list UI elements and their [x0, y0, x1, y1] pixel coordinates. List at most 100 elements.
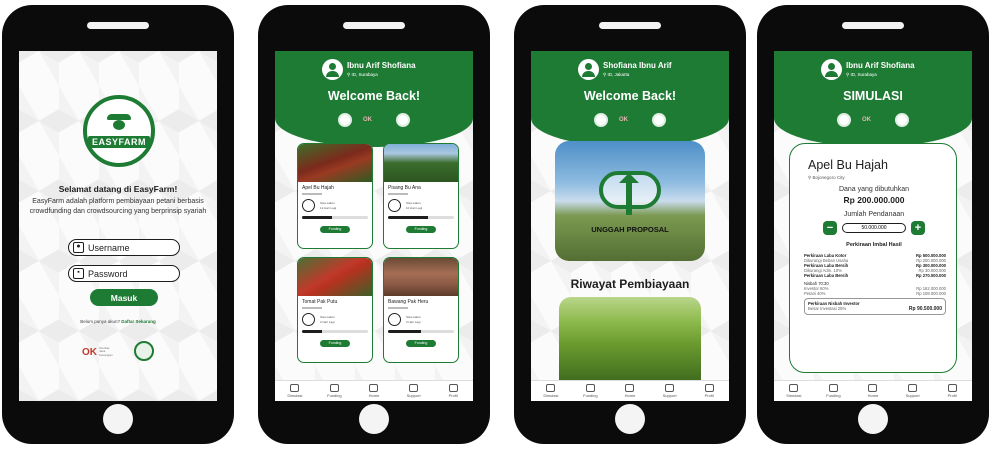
- upload-proposal-card[interactable]: UNGGAH PROPOSAL: [555, 141, 705, 261]
- nav-label: Support: [662, 393, 677, 398]
- page-title: SIMULASI: [843, 89, 903, 103]
- calculator-icon: [290, 384, 300, 392]
- nav-item-simulasi[interactable]: Simulasi: [777, 384, 811, 398]
- card-title: Bawang Pak Heru: [388, 299, 429, 305]
- farmer-icon: [105, 113, 133, 136]
- upload-arrow-icon: [619, 173, 639, 215]
- funding-icon: [329, 384, 339, 392]
- investor-share-subtitle: Besar Investasi 25%: [808, 306, 847, 311]
- time-left-value: 3 Hari Lagi: [406, 319, 421, 324]
- project-title: Apel Bu Hajah: [808, 158, 888, 172]
- nav-item-support[interactable]: Support: [397, 384, 431, 398]
- home-screen: Shofiana Ibnu Arif ⚲ ID, Jakarta Welcome…: [531, 51, 729, 401]
- nav-item-profil[interactable]: Profil: [436, 384, 470, 398]
- breakdown-value: Rp 270.000.000: [915, 273, 946, 278]
- profile-icon: [448, 384, 458, 392]
- password-input[interactable]: [88, 268, 178, 279]
- nav-item-support[interactable]: Support: [653, 384, 687, 398]
- nav-item-home[interactable]: Home: [357, 384, 391, 398]
- ojk-mini-logo: OK: [363, 116, 372, 123]
- username-field[interactable]: ●: [68, 239, 180, 256]
- home-icon: [625, 384, 635, 392]
- decrement-button[interactable]: −: [823, 221, 837, 235]
- breakdown-value: Rp 108.000.000: [916, 291, 946, 296]
- nav-item-simulasi[interactable]: Simulasi: [534, 384, 568, 398]
- simulasi-screen: Ibnu Arif Shofiana ⚲ ID, Surabaya SIMULA…: [774, 51, 972, 401]
- user-location: ⚲ ID, Surabaya: [347, 72, 378, 77]
- project-location: ⚲ Bojonegoro City: [808, 175, 845, 180]
- home-button[interactable]: [858, 404, 888, 434]
- funding-button[interactable]: Funding: [406, 340, 436, 347]
- easyfarm-mini-logo: [594, 113, 608, 127]
- home-button[interactable]: [103, 404, 133, 434]
- nav-item-funding[interactable]: Funding: [573, 384, 607, 398]
- mui-mini-logo: [895, 113, 909, 127]
- login-welcome: Selamat datang di EasyFarm!: [58, 184, 178, 194]
- card-meta: Sisa waktu 12 Hari Lagi: [320, 201, 336, 211]
- funding-progress-bar: [388, 216, 454, 219]
- support-icon: [665, 384, 675, 392]
- funding-card[interactable]: Pisang Bu Ana Sisa waktu 10 Hari Lagi Fundi…: [383, 143, 459, 249]
- nav-label: Simulasi: [786, 393, 802, 398]
- increment-button[interactable]: +: [911, 221, 925, 235]
- upload-label: UNGGAH PROPOSAL: [591, 225, 669, 234]
- phone-speaker: [87, 22, 149, 29]
- stopwatch-icon: [388, 313, 401, 326]
- calculator-icon: [789, 384, 799, 392]
- partner-logos: OK: [338, 113, 410, 127]
- nav-item-funding[interactable]: Funding: [816, 384, 850, 398]
- password-field[interactable]: ▪: [68, 265, 180, 282]
- funding-card[interactable]: Bawang Pak Heru Sisa waktu 3 Hari Lagi Fund…: [383, 257, 459, 363]
- bottom-nav: Simulasi Funding Home Support Profil: [774, 380, 972, 401]
- funding-progress-bar: [302, 330, 368, 333]
- nav-item-funding[interactable]: Funding: [317, 384, 351, 398]
- username-input[interactable]: [88, 242, 178, 253]
- user-name: Ibnu Arif Shofiana: [846, 61, 915, 70]
- funding-button[interactable]: Funding: [406, 226, 436, 233]
- partner-logos: OK: [594, 113, 666, 127]
- user-location: ⚲ ID, Surabaya: [846, 72, 877, 77]
- funding-card[interactable]: Apel Bu Hajah Sisa waktu 12 Hari Lagi Fundi…: [297, 143, 373, 249]
- history-title: Riwayat Pembiayaan: [570, 277, 690, 291]
- breakdown-key: Perkiraan Laba Bersih: [804, 273, 849, 278]
- user-location-text: ID, Surabaya: [351, 72, 378, 77]
- login-button[interactable]: Masuk: [90, 289, 158, 306]
- return-breakdown: Perkiraan Laba Kotor Rp 500.000.000 Dikura…: [804, 253, 946, 315]
- funding-progress-fill: [388, 330, 421, 333]
- avatar[interactable]: [578, 59, 599, 80]
- funding-button[interactable]: Funding: [320, 226, 350, 233]
- nav-item-home[interactable]: Home: [613, 384, 647, 398]
- nav-label: Profil: [947, 393, 957, 398]
- user-location-text: ID, Surabaya: [850, 72, 877, 77]
- nav-label: Home: [368, 393, 380, 398]
- avatar[interactable]: [821, 59, 842, 80]
- amount-input[interactable]: [842, 223, 906, 233]
- nav-item-profil[interactable]: Profil: [935, 384, 969, 398]
- register-link[interactable]: Daftar Sekarang: [121, 319, 156, 324]
- simulation-card: Apel Bu Hajah ⚲ Bojonegoro City Dana yan…: [789, 143, 957, 373]
- project-location-text: Bojonegoro City: [812, 175, 845, 180]
- funding-card[interactable]: Tomat Pak Putu Sisa waktu 2 Hari Lagi Fundi…: [297, 257, 373, 363]
- nav-item-profil[interactable]: Profil: [692, 384, 726, 398]
- ojk-logo: OK Otoritas Jasa Keuangan: [82, 343, 116, 361]
- avatar[interactable]: [322, 59, 343, 80]
- history-card-photo[interactable]: [559, 297, 701, 383]
- nav-item-support[interactable]: Support: [896, 384, 930, 398]
- easyfarm-logo: EASYFARM: [83, 95, 155, 167]
- home-button[interactable]: [615, 404, 645, 434]
- login-screen: EASYFARM Selamat datang di EasyFarm! Eas…: [19, 51, 217, 401]
- nav-item-home[interactable]: Home: [856, 384, 890, 398]
- card-tag: [388, 193, 408, 195]
- profile-icon: [947, 384, 957, 392]
- card-meta: Sisa waktu 10 Hari Lagi: [406, 201, 422, 211]
- investor-share-box: Perkiraan Nisbah Investor Besar Investas…: [804, 298, 946, 315]
- amount-stepper: − +: [823, 221, 925, 235]
- return-estimate-title: Perkiraan Imbal Hasil: [846, 242, 902, 248]
- nav-item-simulasi[interactable]: Simulasi: [278, 384, 312, 398]
- breakdown-lines: Perkiraan Laba Kotor Rp 500.000.000 Dikura…: [804, 253, 946, 296]
- card-tag: [388, 307, 408, 309]
- home-button[interactable]: [359, 404, 389, 434]
- funding-button[interactable]: Funding: [320, 340, 350, 347]
- funding-progress-fill: [302, 216, 332, 219]
- ojk-mini-logo: OK: [862, 116, 871, 123]
